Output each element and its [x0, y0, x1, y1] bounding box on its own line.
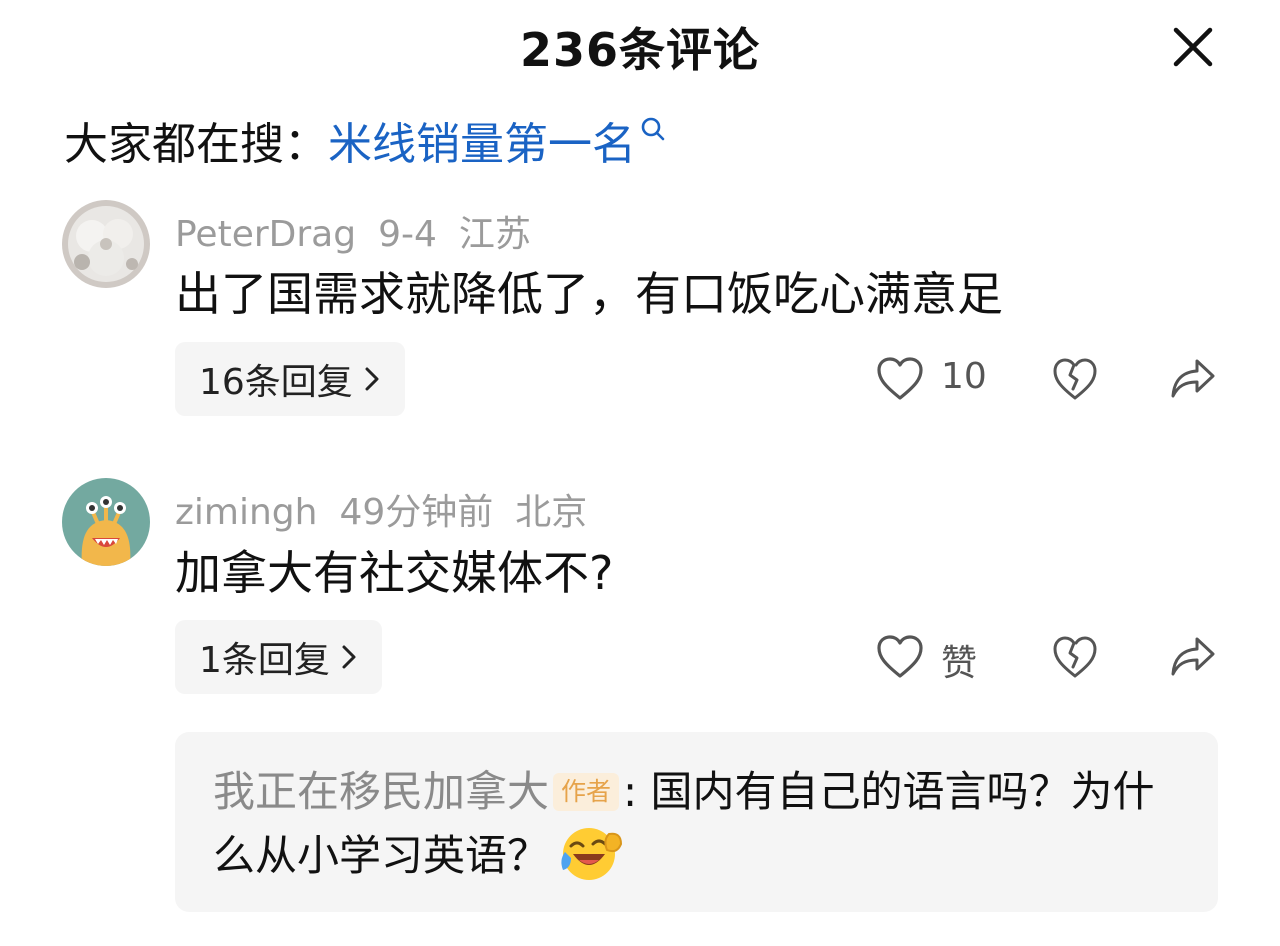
heart-icon[interactable] — [875, 354, 925, 404]
broken-heart-icon[interactable] — [1051, 632, 1099, 682]
close-icon[interactable] — [1170, 24, 1216, 70]
chevron-right-icon — [342, 645, 356, 669]
chevron-right-icon — [365, 367, 379, 391]
view-replies-label: 16条回复 — [199, 362, 353, 403]
comment-actions: 赞 — [875, 632, 1225, 692]
laughing-crying-emoji-icon — [561, 828, 623, 880]
comment-location: 北京 — [515, 492, 588, 533]
flower-avatar-image — [62, 200, 150, 288]
comment-username[interactable]: zimingh — [175, 492, 317, 533]
comment-meta: zimingh 49分钟前 北京 — [175, 483, 609, 535]
comment-date: 49分钟前 — [339, 492, 494, 533]
comment-meta: PeterDrag 9-4 江苏 — [175, 205, 553, 257]
heart-icon[interactable] — [875, 632, 925, 682]
broken-heart-icon[interactable] — [1051, 354, 1099, 404]
comment-location: 江苏 — [458, 214, 531, 255]
monster-avatar-image — [62, 478, 150, 566]
avatar[interactable] — [62, 478, 150, 566]
view-replies-label: 1条回复 — [199, 640, 330, 681]
trending-search[interactable]: 大家都在搜： 米线销量第一名 — [64, 110, 666, 170]
comments-header: 236条评论 — [0, 0, 1280, 96]
comments-title: 236条评论 — [519, 23, 761, 77]
share-icon[interactable] — [1169, 634, 1217, 680]
trending-search-label: 大家都在搜： — [64, 119, 328, 170]
avatar[interactable] — [62, 200, 150, 288]
comment-text: 出了国需求就降低了，有口饭吃心满意足 — [175, 267, 1003, 321]
reply-author-name[interactable]: 我正在移民加拿大 — [213, 767, 549, 816]
view-replies-button[interactable]: 1条回复 — [175, 620, 382, 694]
comment-text: 加拿大有社交媒体不? — [175, 546, 614, 600]
comment-username[interactable]: PeterDrag — [175, 214, 356, 255]
reply-preview[interactable]: 我正在移民加拿大 作者: 国内有自己的语言吗？为什么从小学习英语？ — [175, 732, 1218, 912]
search-icon — [641, 117, 665, 141]
like-label: 赞 — [941, 643, 978, 684]
comment-actions: 10 — [875, 354, 1225, 414]
comment-date: 9-4 — [378, 214, 437, 255]
view-replies-button[interactable]: 16条回复 — [175, 342, 405, 416]
share-icon[interactable] — [1169, 356, 1217, 402]
trending-search-term[interactable]: 米线销量第一名 — [328, 108, 636, 172]
author-badge: 作者 — [553, 773, 620, 811]
like-count: 10 — [941, 356, 987, 397]
